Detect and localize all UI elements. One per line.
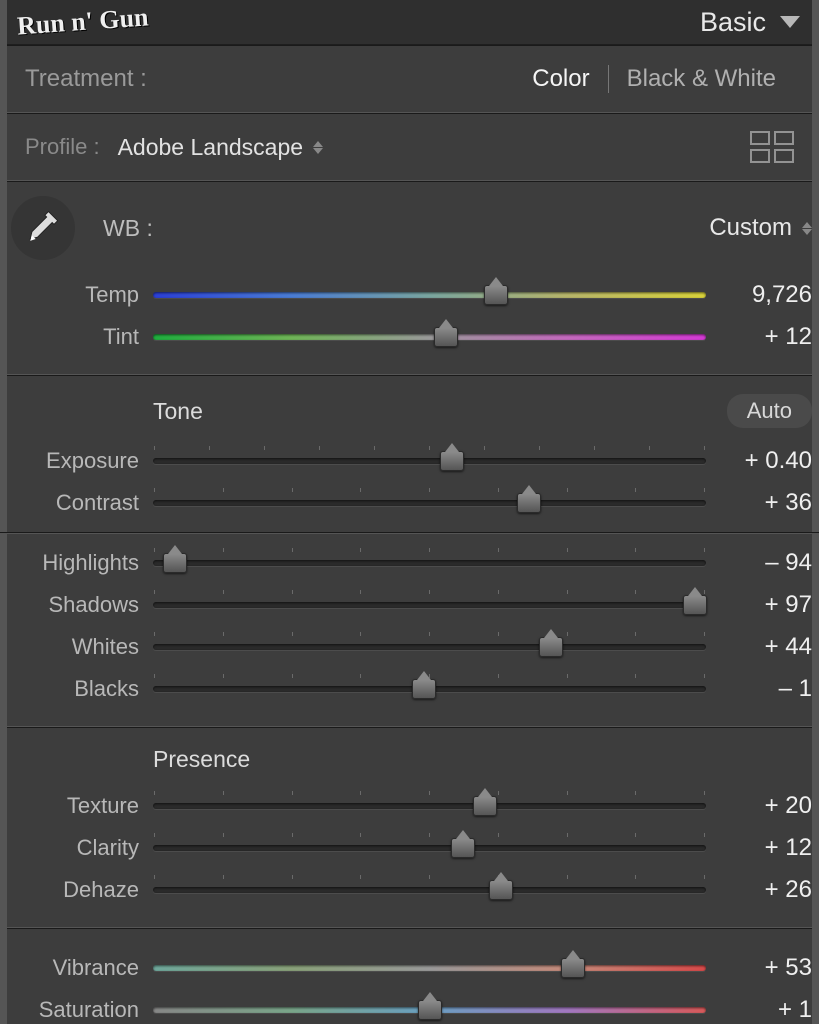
dehaze-row: Dehaze + 26 bbox=[7, 869, 812, 911]
vibrance-value[interactable]: + 53 bbox=[706, 954, 812, 982]
exposure-value[interactable]: + 0.40 bbox=[706, 447, 812, 475]
wb-label: WB : bbox=[103, 215, 153, 242]
shadows-row: Shadows + 97 bbox=[7, 584, 812, 626]
treatment-row: Treatment : Color Black & White bbox=[7, 45, 812, 113]
temp-slider[interactable] bbox=[153, 285, 706, 305]
blacks-value[interactable]: – 1 bbox=[706, 675, 812, 703]
saturation-slider[interactable] bbox=[153, 1000, 706, 1020]
whites-slider[interactable] bbox=[153, 637, 706, 657]
vibrance-row: Vibrance + 53 bbox=[7, 947, 812, 989]
blacks-row: Blacks – 1 bbox=[7, 668, 812, 710]
texture-slider[interactable] bbox=[153, 796, 706, 816]
temp-label: Temp bbox=[7, 282, 153, 308]
tint-row: Tint + 12 bbox=[7, 316, 812, 358]
treatment-bw[interactable]: Black & White bbox=[609, 65, 794, 93]
highlights-value[interactable]: – 94 bbox=[706, 549, 812, 577]
profile-value[interactable]: Adobe Landscape bbox=[118, 134, 303, 161]
shadows-value[interactable]: + 97 bbox=[706, 591, 812, 619]
basic-panel: Run n' Gun Basic Treatment : Color Black… bbox=[0, 0, 819, 1024]
contrast-slider[interactable] bbox=[153, 493, 706, 513]
color-section: Vibrance + 53 Saturation + 1 bbox=[7, 928, 812, 1024]
clarity-row: Clarity + 12 bbox=[7, 827, 812, 869]
eyedropper-icon bbox=[21, 206, 65, 250]
profile-label: Profile : bbox=[25, 134, 100, 160]
collapse-icon[interactable] bbox=[780, 16, 800, 28]
contrast-value[interactable]: + 36 bbox=[706, 489, 812, 517]
exposure-row: Exposure + 0.40 bbox=[7, 440, 812, 482]
clarity-value[interactable]: + 12 bbox=[706, 834, 812, 862]
dehaze-slider[interactable] bbox=[153, 880, 706, 900]
dehaze-label: Dehaze bbox=[7, 877, 153, 903]
profile-stepper-icon[interactable] bbox=[313, 141, 323, 154]
treatment-color[interactable]: Color bbox=[514, 65, 607, 93]
clarity-label: Clarity bbox=[7, 835, 153, 861]
presence-heading: Presence bbox=[153, 746, 250, 773]
contrast-label: Contrast bbox=[7, 490, 153, 516]
contrast-row: Contrast + 36 bbox=[7, 482, 812, 524]
saturation-value[interactable]: + 1 bbox=[706, 996, 812, 1024]
wb-picker-icon[interactable] bbox=[11, 196, 75, 260]
temp-row: Temp 9,726 bbox=[7, 274, 812, 316]
clarity-slider[interactable] bbox=[153, 838, 706, 858]
tint-value[interactable]: + 12 bbox=[706, 323, 812, 351]
tint-label: Tint bbox=[7, 324, 153, 350]
wb-section: WB : Custom Temp 9,726 Tint + 12 bbox=[7, 181, 812, 375]
temp-value[interactable]: 9,726 bbox=[706, 281, 812, 309]
texture-value[interactable]: + 20 bbox=[706, 792, 812, 820]
blacks-label: Blacks bbox=[7, 676, 153, 702]
texture-label: Texture bbox=[7, 793, 153, 819]
saturation-row: Saturation + 1 bbox=[7, 989, 812, 1024]
tint-slider[interactable] bbox=[153, 327, 706, 347]
whites-row: Whites + 44 bbox=[7, 626, 812, 668]
treatment-label: Treatment : bbox=[25, 65, 147, 93]
wb-value[interactable]: Custom bbox=[709, 214, 792, 242]
auto-button[interactable]: Auto bbox=[727, 394, 812, 428]
panel-header: Run n' Gun Basic bbox=[7, 0, 812, 45]
highlights-row: Highlights – 94 bbox=[7, 542, 812, 584]
highlights-label: Highlights bbox=[7, 550, 153, 576]
saturation-label: Saturation bbox=[7, 997, 153, 1023]
profile-browser-icon[interactable] bbox=[750, 131, 794, 163]
texture-row: Texture + 20 bbox=[7, 785, 812, 827]
whites-value[interactable]: + 44 bbox=[706, 633, 812, 661]
vibrance-slider[interactable] bbox=[153, 958, 706, 978]
tone-section: Tone Auto Exposure + 0.40 Contrast + 36 … bbox=[7, 375, 812, 727]
shadows-label: Shadows bbox=[7, 592, 153, 618]
exposure-label: Exposure bbox=[7, 448, 153, 474]
tone-heading: Tone bbox=[153, 398, 203, 425]
panel-title[interactable]: Basic bbox=[700, 7, 766, 38]
presence-section: Presence Texture + 20 Clarity + 12 Dehaz… bbox=[7, 727, 812, 928]
exposure-slider[interactable] bbox=[153, 451, 706, 471]
wb-stepper-icon[interactable] bbox=[802, 222, 812, 235]
highlights-slider[interactable] bbox=[153, 553, 706, 573]
profile-row: Profile : Adobe Landscape bbox=[7, 113, 812, 181]
shadows-slider[interactable] bbox=[153, 595, 706, 615]
blacks-slider[interactable] bbox=[153, 679, 706, 699]
whites-label: Whites bbox=[7, 634, 153, 660]
dehaze-value[interactable]: + 26 bbox=[706, 876, 812, 904]
vibrance-label: Vibrance bbox=[7, 955, 153, 981]
logo: Run n' Gun bbox=[16, 2, 149, 41]
